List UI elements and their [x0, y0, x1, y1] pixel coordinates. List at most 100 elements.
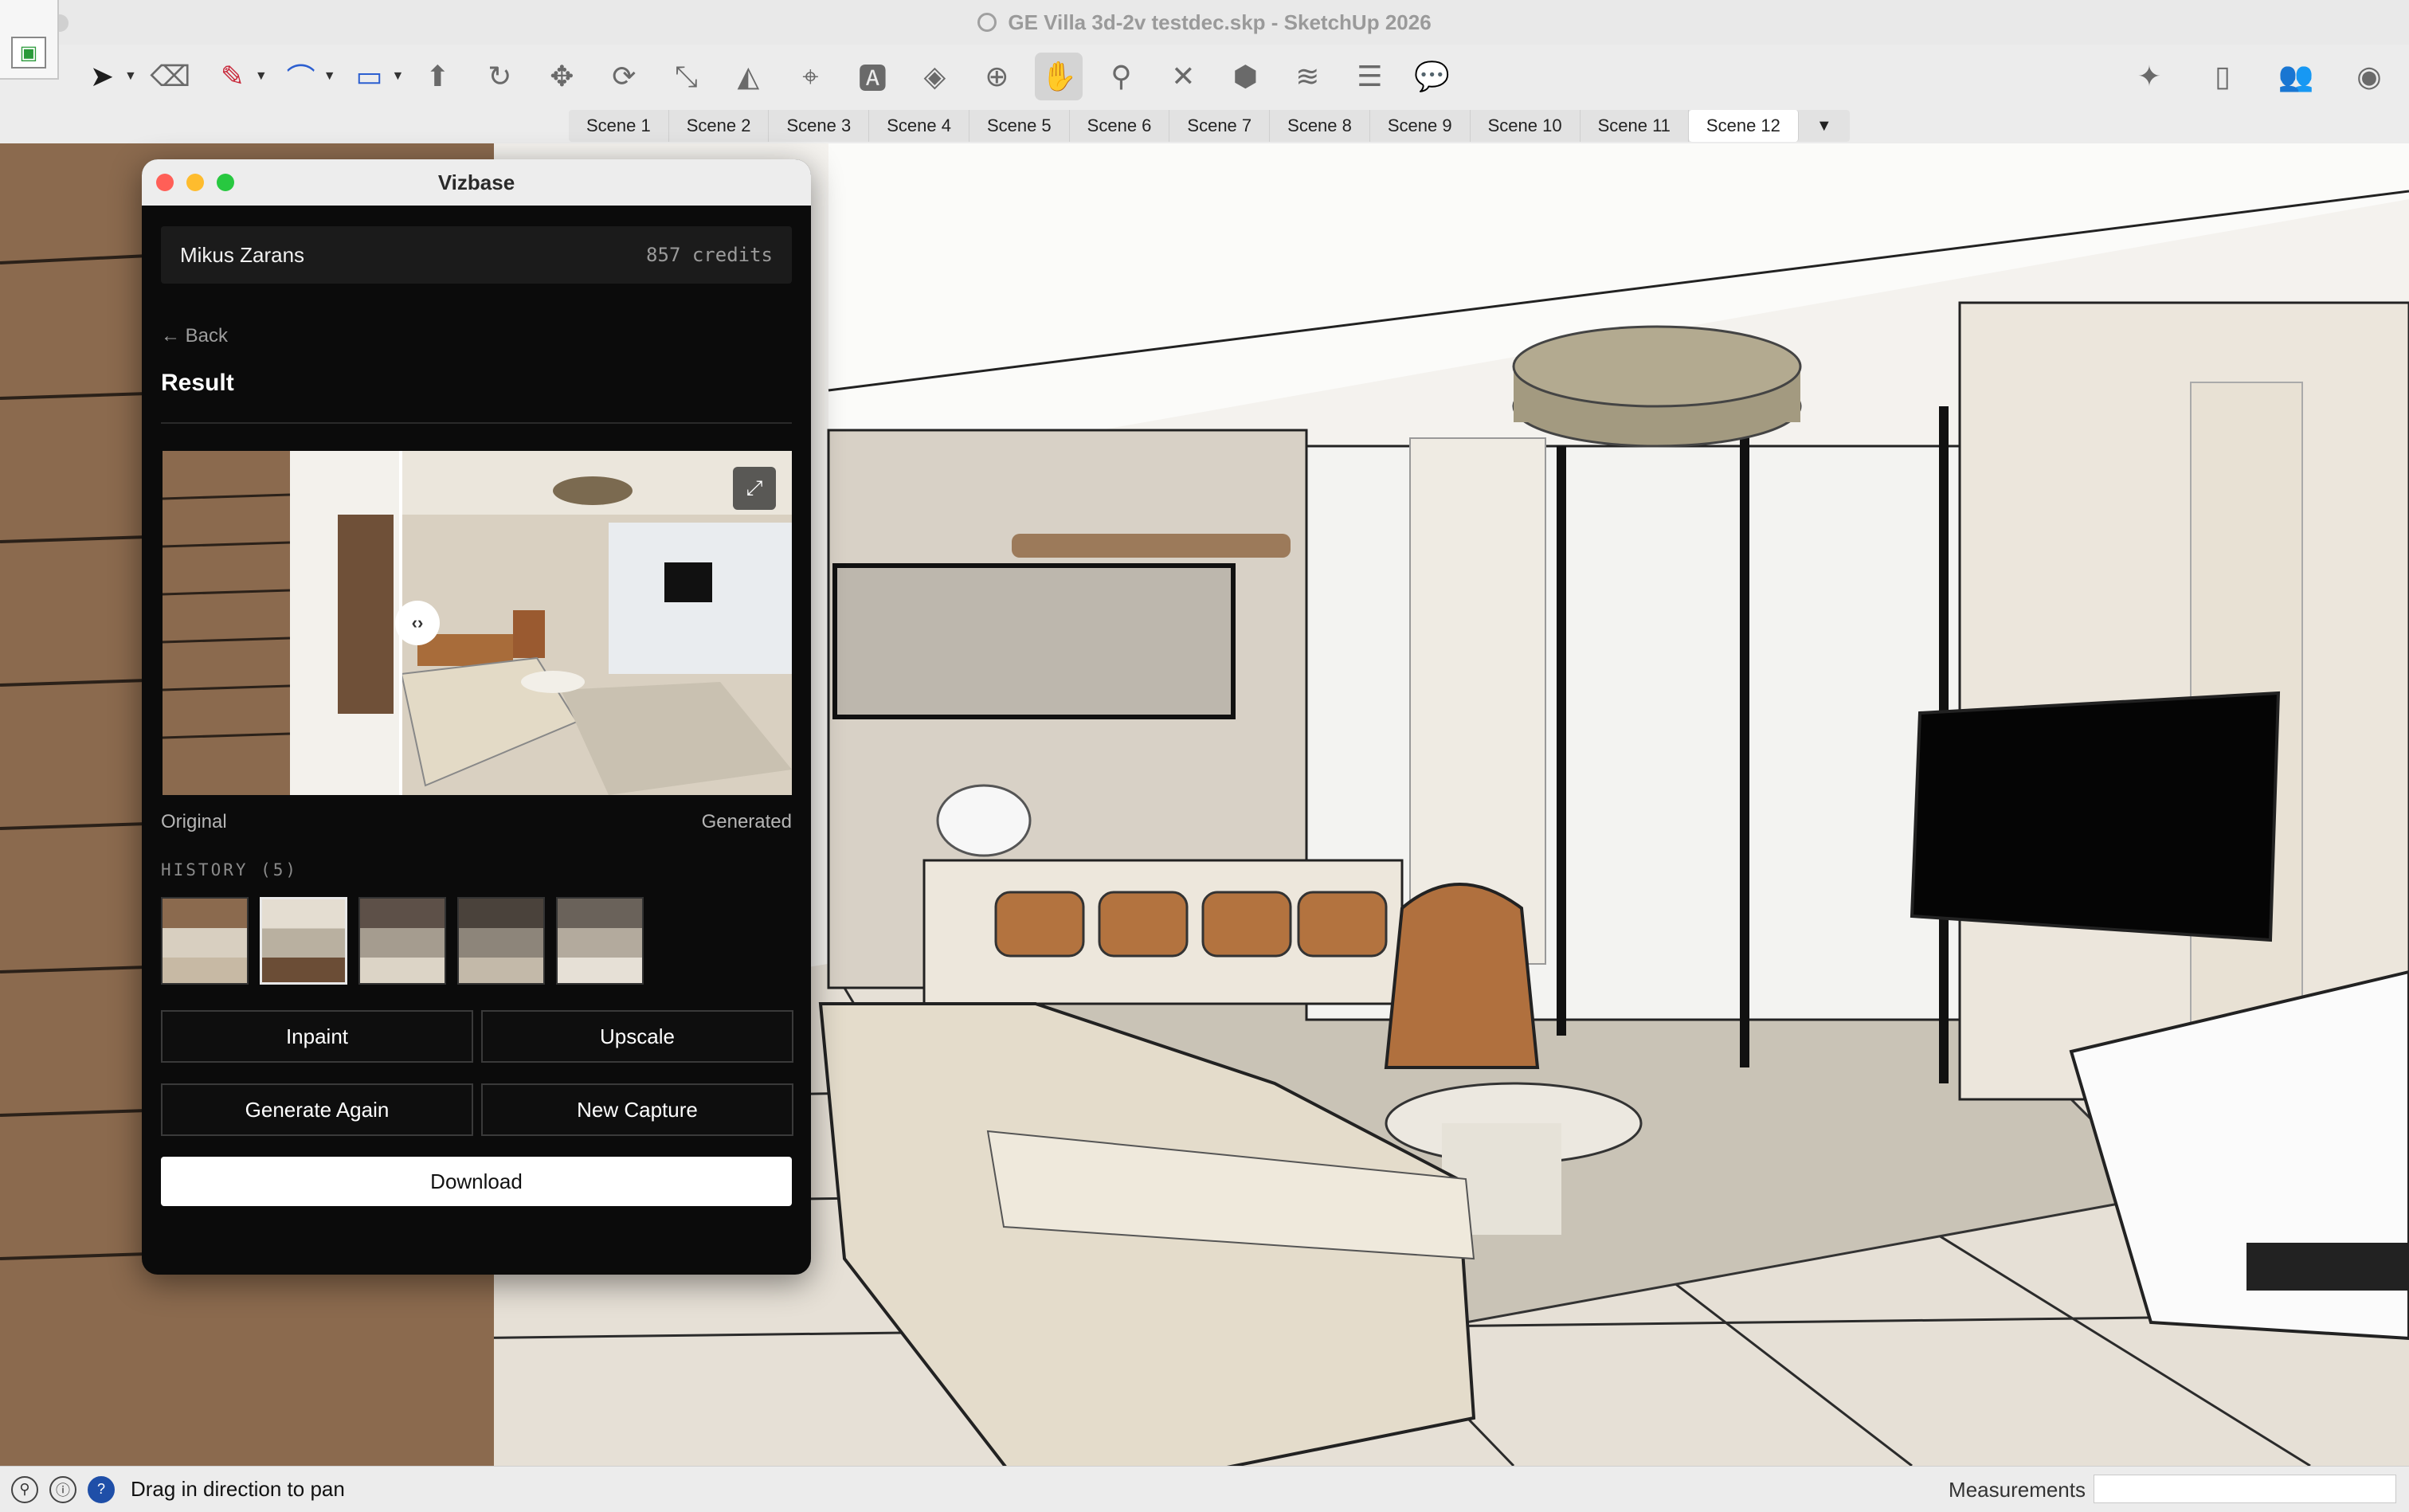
chevron-down-icon: ▼ [1816, 116, 1832, 135]
scene-more-button[interactable]: ▼ [1799, 110, 1850, 142]
panel-title: Vizbase [437, 170, 515, 194]
generate-again-button[interactable]: Generate Again [161, 1083, 473, 1136]
paint-bucket-tool[interactable]: ◈ [911, 53, 958, 100]
sparkle-icon: ✦ [2137, 60, 2162, 92]
chat-tool[interactable]: 💬 [1408, 53, 1455, 100]
history-thumbnail[interactable] [457, 897, 545, 985]
help-icon[interactable]: ? [88, 1475, 115, 1503]
eraser-icon: ⌫ [150, 60, 191, 92]
armchair [1384, 883, 1540, 1069]
history-thumbnails [161, 897, 644, 985]
scene-tab[interactable]: Scene 11 [1581, 110, 1689, 142]
scale-tool[interactable]: ⤡ [662, 53, 710, 100]
people-icon: 👥 [2278, 60, 2314, 92]
vizbase-title-bar: Vizbase [142, 159, 811, 206]
arc-tool[interactable]: ⌒ [277, 53, 325, 100]
new-capture-button[interactable]: New Capture [481, 1083, 793, 1136]
orbit-tool[interactable]: ⊕ [973, 53, 1020, 100]
sketchup-window: GE Villa 3d-2v testdec.skp - SketchUp 20… [0, 0, 2409, 1512]
expand-icon[interactable]: ⤢ [733, 467, 776, 510]
chat-icon: 💬 [1413, 60, 1450, 92]
zoom-tool[interactable]: ⚲ [1097, 53, 1145, 100]
document-button[interactable]: ▯ [2199, 53, 2246, 100]
component-icon: ⬢ [1232, 60, 1259, 92]
history-thumbnail[interactable] [161, 897, 249, 985]
move-tool[interactable]: ✥ [538, 53, 586, 100]
move-icon: ✥ [550, 60, 574, 92]
account-button[interactable]: ◉ [2345, 53, 2393, 100]
layers-icon: ☰ [1357, 60, 1383, 92]
app-corner: ▣ [0, 0, 59, 80]
rectangle-tool[interactable]: ▭ [346, 53, 394, 100]
panel-minimize-button[interactable] [186, 174, 204, 191]
select-dropdown-caret[interactable]: ▼ [124, 69, 137, 84]
collaborators-button[interactable]: 👥 [2272, 53, 2320, 100]
layers-tool[interactable]: ☰ [1346, 53, 1393, 100]
rectangle-icon: ▭ [355, 60, 383, 92]
before-after-comparison[interactable]: ‹› ⤢ [163, 451, 792, 795]
scene-tab[interactable]: Scene 8 [1270, 110, 1370, 142]
tape-icon: ⌖ [802, 59, 819, 92]
history-thumbnail[interactable] [556, 897, 644, 985]
kitchen-backsplash [832, 563, 1236, 719]
scene-tab[interactable]: Scene 4 [869, 110, 969, 142]
comparison-image [163, 451, 792, 795]
scene-tab[interactable]: Scene 1 [569, 110, 669, 142]
history-thumbnail[interactable] [260, 897, 347, 985]
scene-tab[interactable]: Scene 10 [1471, 110, 1581, 142]
geo-location-icon[interactable]: ⚲ [11, 1475, 38, 1503]
scene-tab[interactable]: Scene 5 [969, 110, 1070, 142]
follow-me-icon: ↻ [488, 60, 512, 92]
sketchup-logo-icon[interactable]: ▣ [11, 37, 46, 69]
flip-tool[interactable]: ◭ [724, 53, 772, 100]
scene-tab[interactable]: Scene 2 [669, 110, 770, 142]
scene-tab[interactable]: Scene 6 [1070, 110, 1170, 142]
scene-tab[interactable]: Scene 12 [1688, 110, 1799, 142]
flip-icon: ◭ [737, 60, 760, 92]
scale-icon: ⤡ [674, 59, 698, 92]
scene-tab[interactable]: Scene 9 [1370, 110, 1471, 142]
arc-dropdown-caret[interactable]: ▼ [323, 69, 336, 84]
ai-sparkle-button[interactable]: ✦ [2125, 53, 2173, 100]
back-link[interactable]: ← Back [161, 325, 228, 347]
component-tool[interactable]: ⬢ [1221, 53, 1269, 100]
zoom-extents-tool[interactable]: ✕ [1159, 53, 1207, 100]
panel-close-button[interactable] [156, 174, 174, 191]
eraser-tool[interactable]: ⌫ [147, 53, 194, 100]
section-tool[interactable]: ≋ [1283, 53, 1331, 100]
upscale-button[interactable]: Upscale [481, 1010, 793, 1063]
text-tool[interactable]: 🅰 [848, 53, 896, 100]
credits-info-icon[interactable]: ⓘ [49, 1475, 76, 1503]
scene-tab[interactable]: Scene 7 [1169, 110, 1271, 142]
push-pull-tool[interactable]: ⬆ [413, 53, 461, 100]
inpaint-button[interactable]: Inpaint [161, 1010, 473, 1063]
vizbase-panel: Vizbase Mikus Zarans 857 credits ← Back … [142, 159, 811, 1275]
tape-measure-tool[interactable]: ⌖ [786, 53, 834, 100]
download-button[interactable]: Download [161, 1157, 792, 1206]
measurements-input[interactable] [2094, 1475, 2396, 1503]
select-tool[interactable]: ➤ [78, 53, 126, 100]
floor-lamp [936, 784, 1032, 857]
scene-tab[interactable]: Scene 3 [769, 110, 870, 142]
title-bar: GE Villa 3d-2v testdec.skp - SketchUp 20… [0, 0, 2409, 45]
document-icon [977, 13, 997, 32]
history-thumbnail[interactable] [358, 897, 446, 985]
pan-tool[interactable]: ✋ [1035, 53, 1083, 100]
comparison-slider-handle[interactable]: ‹› [395, 601, 440, 645]
document-icon: ▯ [2215, 60, 2231, 92]
follow-me-tool[interactable]: ↻ [476, 53, 523, 100]
generated-label: Generated [701, 811, 792, 832]
pencil-icon: ✎ [220, 60, 245, 92]
credits-count: 857 credits [646, 244, 773, 266]
pencil-tool[interactable]: ✎ [209, 53, 257, 100]
comparison-labels: Original Generated [161, 811, 792, 833]
rotate-tool[interactable]: ⟳ [600, 53, 648, 100]
push-pull-icon: ⬆ [425, 60, 450, 92]
pencil-dropdown-caret[interactable]: ▼ [255, 69, 268, 84]
text-icon: 🅰 [858, 62, 887, 95]
rectangle-dropdown-caret[interactable]: ▼ [392, 69, 405, 84]
result-heading: Result [161, 370, 234, 396]
hand-icon: ✋ [1040, 60, 1077, 92]
panel-maximize-button[interactable] [217, 174, 234, 191]
tv [1910, 691, 2281, 942]
